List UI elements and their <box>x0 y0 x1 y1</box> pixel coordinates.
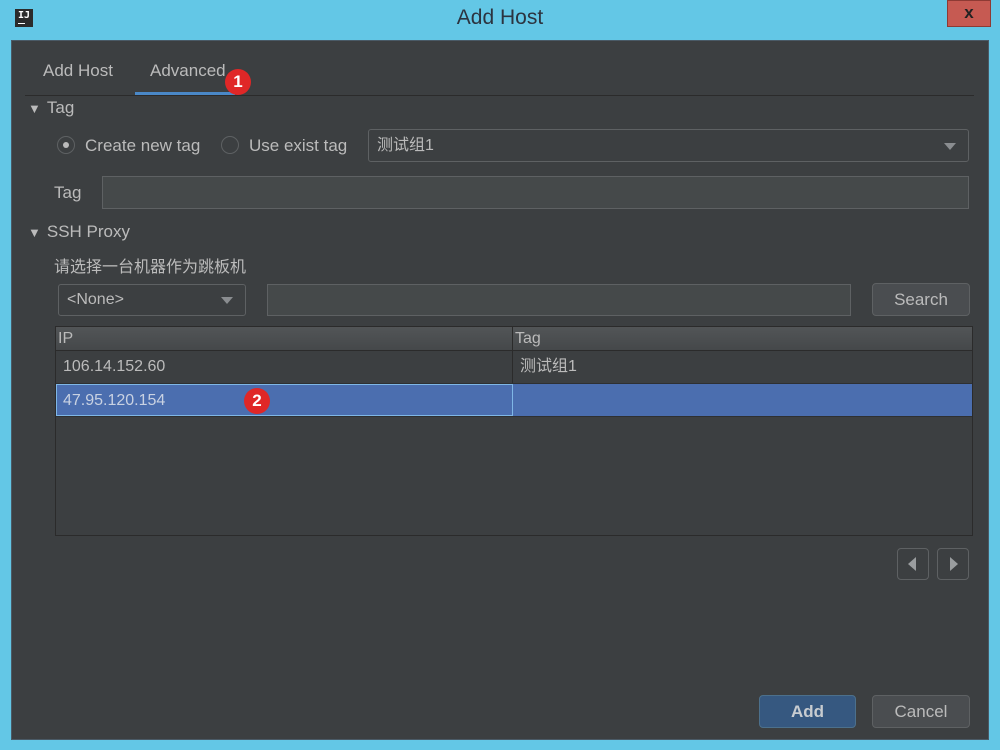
collapse-triangle-icon: ▼ <box>28 101 41 116</box>
jump-host-hint: 请选择一台机器作为跳板机 <box>54 259 247 276</box>
use-exist-tag-label[interactable]: Use exist tag <box>249 136 347 156</box>
tabs-divider <box>25 95 974 96</box>
annotation-badge-1: 1 <box>225 69 251 95</box>
window-title: Add Host <box>456 6 544 29</box>
tag-section-header[interactable]: ▼ Tag <box>28 98 74 118</box>
tag-cell <box>513 384 972 416</box>
proxy-filter-select-value: <None> <box>67 291 124 308</box>
close-button[interactable]: x <box>947 0 991 27</box>
ssh-proxy-section-header[interactable]: ▼ SSH Proxy <box>28 222 130 242</box>
column-header-tag[interactable]: Tag <box>513 327 972 351</box>
title-bar: IJ Add Host x <box>0 0 1000 40</box>
tab-advanced[interactable]: Advanced <box>150 61 226 81</box>
create-new-tag-radio[interactable] <box>57 136 75 154</box>
tag-field-label: Tag <box>54 183 82 202</box>
collapse-triangle-icon: ▼ <box>28 225 41 240</box>
tag-cell: 测试组1 <box>520 358 577 375</box>
create-new-tag-label[interactable]: Create new tag <box>85 136 200 156</box>
ip-cell: 106.14.152.60 <box>56 351 513 383</box>
cancel-button[interactable]: Cancel <box>872 695 970 728</box>
use-exist-tag-radio[interactable] <box>221 136 239 154</box>
previous-page-button[interactable] <box>897 548 929 580</box>
arrow-left-icon <box>908 557 916 571</box>
ip-cell: 47.95.120.154 <box>56 384 513 416</box>
proxy-search-input[interactable] <box>267 284 851 316</box>
tag-input[interactable] <box>102 176 969 209</box>
existing-tag-select-value: 测试组1 <box>377 137 434 154</box>
ssh-proxy-section-title: SSH Proxy <box>46 222 131 241</box>
arrow-right-icon <box>950 557 958 571</box>
tag-section-title: Tag <box>46 98 75 117</box>
proxy-filter-select[interactable]: <None> <box>58 284 246 316</box>
tab-add-host[interactable]: Add Host <box>43 61 113 81</box>
next-page-button[interactable] <box>937 548 969 580</box>
tab-bar: Add Host Advanced 1 <box>12 41 988 95</box>
search-button[interactable]: Search <box>872 283 970 316</box>
existing-tag-select[interactable]: 测试组1 <box>368 129 969 162</box>
column-header-ip[interactable]: IP <box>56 327 513 351</box>
table-row[interactable]: 106.14.152.60 测试组1 <box>56 351 972 384</box>
proxy-host-table: IP Tag 106.14.152.60 测试组1 47.95.120.154 … <box>55 326 973 536</box>
chevron-down-icon <box>221 297 233 304</box>
annotation-badge-2: 2 <box>244 388 270 414</box>
dialog-content: Add Host Advanced 1 ▼ Tag Create new tag … <box>11 40 989 740</box>
chevron-down-icon <box>944 142 956 150</box>
add-button[interactable]: Add <box>759 695 856 728</box>
table-row-selected[interactable]: 47.95.120.154 2 <box>56 384 972 417</box>
